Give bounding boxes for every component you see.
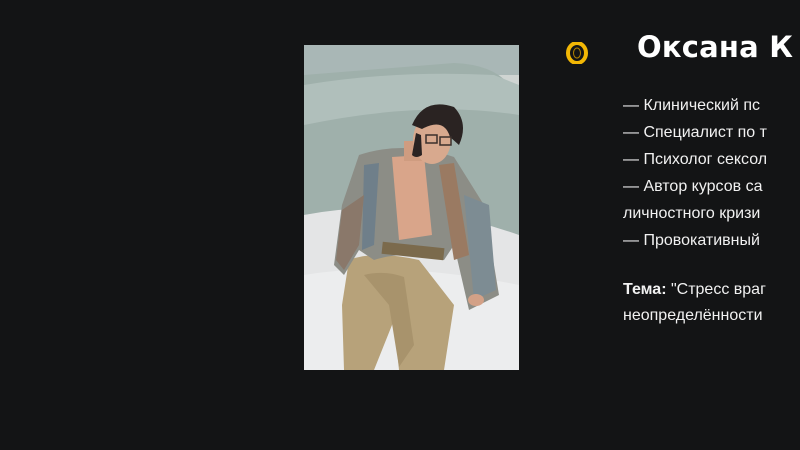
bio-item: личностного кризи [623,205,761,222]
topic-title-part2: неопределённости [623,307,763,324]
gold-ring-icon [566,42,588,64]
topic-label: Тема: [623,281,667,298]
bio-item: — Клинический пс [623,97,761,114]
speaker-photo [304,45,519,370]
speaker-bio-list: — Клинический пс — Специалист по т — Пси… [623,92,767,254]
bio-item: — Автор курсов са [623,178,763,195]
talk-topic: Тема: "Стресс враг неопределённости [623,277,766,329]
speaker-name: Оксана К [637,30,794,64]
speaker-slide: Оксана К — Клинический пс — Специалист п… [0,0,800,450]
topic-first-line: Тема: "Стресс враг [623,277,766,303]
bio-item: — Психолог сексол [623,151,768,168]
bio-item: — Специалист по т [623,124,767,141]
bio-item: — Провокативный [623,232,760,249]
topic-title-part1: "Стресс враг [670,281,766,298]
